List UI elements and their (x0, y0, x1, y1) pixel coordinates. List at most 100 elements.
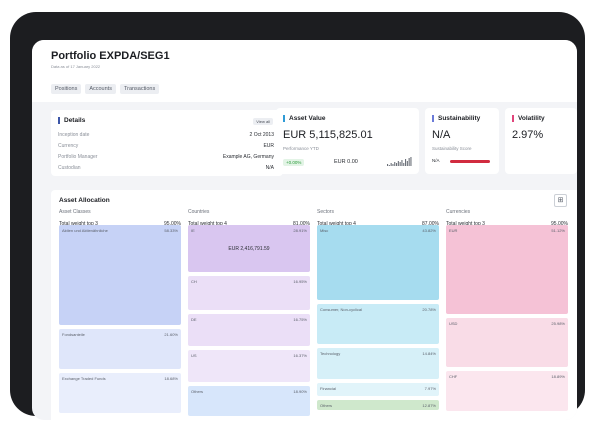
performance-amount: EUR 0.00 (334, 159, 358, 165)
allocation-tile[interactable]: CH 16.95% (188, 276, 310, 310)
bar-chart-icon (387, 157, 412, 166)
grid-icon[interactable]: ⊞ (554, 194, 567, 207)
volatility-value: 2.97% (512, 129, 544, 141)
tile-label: Financial (320, 386, 337, 391)
tile-percentage: 20.78% (422, 307, 436, 312)
tile-percentage: 58.33% (164, 228, 178, 233)
detail-value: EUR (263, 143, 274, 149)
tile-percentage: 7.97% (424, 386, 436, 391)
tile-label: USD (449, 321, 458, 326)
tab-transactions[interactable]: Transactions (119, 84, 160, 94)
detail-row: Currency EUR (58, 143, 274, 149)
detail-row: Custodian N/A (58, 165, 274, 171)
tile-value: EUR 2,416,791.59 (228, 246, 270, 252)
tile-percentage: 28.91% (293, 228, 307, 233)
sparkline-bar (387, 164, 389, 166)
detail-row: Portfolio Manager Example AG, Germany (58, 154, 274, 160)
tile-percentage: 16.37% (293, 353, 307, 358)
asset-value-amount: EUR 5,115,825.01 (283, 129, 373, 141)
tab-positions[interactable]: Positions (51, 84, 82, 94)
sparkline-bar (397, 161, 399, 166)
detail-label: Inception date (58, 132, 90, 138)
sparkline-bar (394, 162, 396, 166)
allocation-tile[interactable]: Misc 43.82% (317, 225, 439, 300)
tile-label: CHF (449, 374, 458, 379)
page-header: Portfolio EXPDA/SEG1 Data as of 17 Janua… (32, 40, 577, 102)
sustainability-score-value: N/A (432, 158, 440, 163)
tile-percentage: 12.87% (422, 403, 436, 408)
tile-label: Technology (320, 351, 341, 356)
allocation-column-title: Countries (188, 209, 210, 215)
sparkline-bar (406, 161, 408, 166)
sparkline-bar (399, 162, 401, 166)
details-title: Details (58, 117, 85, 124)
asset-allocation-title: Asset Allocation (59, 197, 110, 204)
tile-label: IE (191, 228, 195, 233)
page-subtitle: Data as of 17 January 2022 (51, 64, 101, 69)
allocation-tile[interactable]: Others 18.90% (188, 386, 310, 416)
sparkline-bar (388, 165, 390, 166)
tile-label: Aktien und Aktienähnliche (62, 228, 108, 233)
sustainability-score-bar (450, 160, 490, 163)
tile-label: DE (191, 317, 197, 322)
asset-allocation-panel: Asset Allocation ⊞ Asset Classes Total we… (51, 190, 577, 420)
allocation-tile[interactable]: USD 25.98% (446, 318, 568, 367)
sparkline-bar (390, 163, 392, 166)
detail-row: Inception date 2 Oct 2013 (58, 132, 274, 138)
allocation-tile[interactable]: Fondsanteile 21.60% (59, 329, 181, 369)
tile-percentage: 21.60% (164, 332, 178, 337)
tile-label: Others (191, 389, 204, 394)
sparkline-bar (401, 160, 403, 166)
tile-percentage: 18.90% (293, 389, 307, 394)
tab-bar: Positions Accounts Transactions (51, 84, 160, 94)
tablet-frame: Portfolio EXPDA/SEG1 Data as of 17 Janua… (10, 12, 585, 420)
detail-value: 2 Oct 2013 (249, 132, 274, 138)
performance-label: Performance YTD (283, 146, 319, 151)
allocation-tile[interactable]: Others 12.87% (317, 400, 439, 410)
allocation-tile[interactable]: Technology 14.84% (317, 348, 439, 379)
tile-percentage: 18.89% (551, 374, 565, 379)
detail-label: Custodian (58, 165, 81, 171)
app-screen: Portfolio EXPDA/SEG1 Data as of 17 Janua… (32, 40, 577, 420)
sustainability-title: Sustainability (432, 115, 480, 122)
allocation-column-title: Sectors (317, 209, 334, 215)
tile-label: US (191, 353, 197, 358)
allocation-tile[interactable]: EUR 51.12% (446, 225, 568, 314)
allocation-tile[interactable]: Financial 7.97% (317, 383, 439, 396)
tile-percentage: 43.82% (422, 228, 436, 233)
tile-percentage: 14.84% (422, 351, 436, 356)
tile-label: CH (191, 279, 197, 284)
allocation-tile[interactable]: DE 16.75% (188, 314, 310, 346)
allocation-tile[interactable]: US 16.37% (188, 350, 310, 382)
details-card: Details View all Inception date 2 Oct 20… (51, 110, 283, 176)
sustainability-score-label: Sustainability Score (432, 146, 472, 151)
detail-value: Example AG, Germany (222, 154, 274, 160)
tile-percentage: 16.95% (293, 279, 307, 284)
tile-percentage: 25.98% (551, 321, 565, 326)
view-all-button[interactable]: View all (253, 118, 273, 125)
tile-label: EUR (449, 228, 458, 233)
sparkline-bar (396, 163, 398, 166)
allocation-tile[interactable]: IE 28.91% EUR 2,416,791.59 (188, 225, 310, 272)
tile-percentage: 51.12% (551, 228, 565, 233)
sparkline-bar (392, 164, 394, 166)
allocation-tile[interactable]: Aktien und Aktienähnliche 58.33% (59, 225, 181, 325)
allocation-tile[interactable]: Consumer, Non-cyclical 20.78% (317, 304, 439, 344)
allocation-tile[interactable]: Exchange Traded Funds 18.68% (59, 373, 181, 413)
allocation-column-title: Currencies (446, 209, 471, 215)
tile-label: Others (320, 403, 333, 408)
tile-label: Misc (320, 228, 329, 233)
sustainability-value: N/A (432, 129, 451, 141)
volatility-title: Volatility (512, 115, 545, 122)
tile-percentage: 18.68% (164, 376, 178, 381)
sparkline-bar (403, 163, 405, 166)
tab-accounts[interactable]: Accounts (85, 84, 116, 94)
volatility-card: Volatility 2.97% (505, 108, 577, 174)
allocation-tile[interactable]: CHF 18.89% (446, 371, 568, 411)
sparkline-bar (408, 158, 410, 166)
tile-label: Fondsanteile (62, 332, 85, 337)
detail-label: Portfolio Manager (58, 154, 98, 160)
sparkline-bar (410, 157, 412, 166)
performance-badge: +0.00% (283, 159, 305, 166)
asset-value-title: Asset Value (283, 115, 326, 122)
